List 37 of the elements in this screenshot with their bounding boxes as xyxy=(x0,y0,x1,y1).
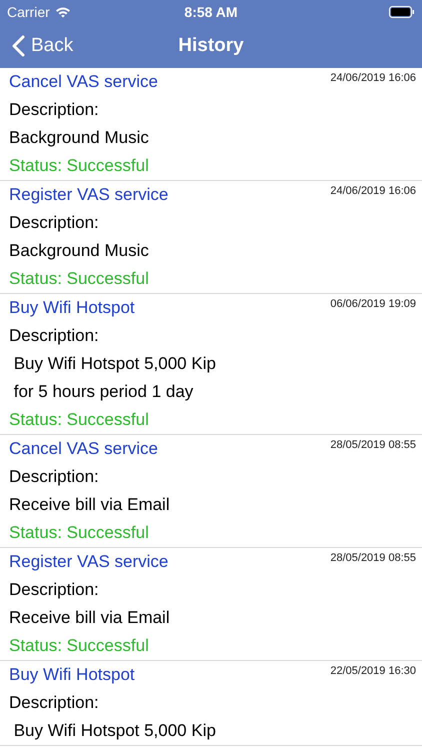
status-text: Status: Successful xyxy=(9,522,149,544)
chevron-left-icon xyxy=(12,35,25,57)
description-label: Description: xyxy=(9,212,99,234)
date-label: 24/06/2019 16:06 xyxy=(330,184,416,199)
description-text: Buy Wifi Hotspot 5,000 Kip xyxy=(12,720,216,742)
status-text: Status: Successful xyxy=(9,268,149,290)
description-label: Description: xyxy=(9,692,99,714)
item-title: Buy Wifi Hotspot xyxy=(9,664,135,686)
description-text: for 5 hours period 1 day xyxy=(12,381,194,404)
description-label: Description: xyxy=(9,579,99,602)
item-title: Cancel VAS service xyxy=(9,71,158,94)
date-label: 06/06/2019 19:09 xyxy=(330,297,416,312)
description-label: Description: xyxy=(9,325,99,348)
screen-title: History xyxy=(178,34,244,58)
status-text: Status: Successful xyxy=(9,635,149,658)
date-label: 28/05/2019 08:55 xyxy=(330,438,416,453)
item-title: Register VAS service xyxy=(9,184,168,206)
status-text: Status: Successful xyxy=(9,409,149,432)
description-text: Background Music xyxy=(9,127,149,150)
date-label: 24/06/2019 16:06 xyxy=(330,71,416,86)
date-label: 22/05/2019 16:30 xyxy=(330,664,416,679)
date-label: 28/05/2019 08:55 xyxy=(330,551,416,566)
carrier-label: Carrier xyxy=(7,2,50,22)
clock-time: 8:58 AM xyxy=(184,2,238,22)
description-text: Receive bill via Email xyxy=(9,607,170,630)
description-text: Buy Wifi Hotspot 5,000 Kip xyxy=(12,353,216,376)
item-title: Register VAS service xyxy=(9,551,168,574)
item-title: Buy Wifi Hotspot xyxy=(9,297,135,320)
description-text: Receive bill via Email xyxy=(9,494,170,516)
description-text: Background Music xyxy=(9,240,149,262)
wifi-icon xyxy=(54,6,71,18)
status-text: Status: Successful xyxy=(9,155,149,178)
description-label: Description: xyxy=(9,99,99,122)
back-button[interactable]: Back xyxy=(0,32,74,60)
battery-icon xyxy=(389,6,415,18)
item-title: Cancel VAS service xyxy=(9,438,158,460)
description-label: Description: xyxy=(9,466,99,488)
